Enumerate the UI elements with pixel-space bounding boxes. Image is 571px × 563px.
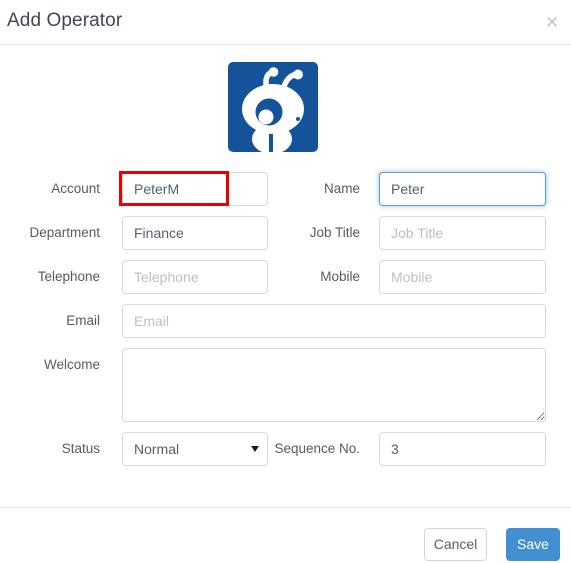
label-sequence-no: Sequence No. xyxy=(274,441,360,456)
telephone-input[interactable] xyxy=(122,260,268,294)
label-telephone: Telephone xyxy=(37,269,100,284)
add-operator-dialog: Add Operator ✕ Account PeterM Name Peter… xyxy=(0,0,571,563)
status-select[interactable]: Normal xyxy=(122,432,268,466)
name-input[interactable] xyxy=(379,172,546,206)
account-input[interactable] xyxy=(122,172,268,206)
email-input[interactable] xyxy=(122,304,546,338)
cancel-button[interactable]: Cancel xyxy=(424,528,487,561)
sequence-no-input[interactable] xyxy=(379,432,546,466)
operator-form: Account Name Department Job Title Teleph… xyxy=(0,46,571,507)
label-status: Status xyxy=(61,441,100,456)
page-title: Add Operator xyxy=(7,10,123,31)
dialog-footer: Cancel Save xyxy=(0,507,571,563)
mobile-input[interactable] xyxy=(379,260,546,294)
job-title-input[interactable] xyxy=(379,216,546,250)
label-job-title: Job Title xyxy=(309,225,360,240)
department-input[interactable] xyxy=(122,216,268,250)
label-mobile: Mobile xyxy=(320,269,360,284)
dialog-body: Account Name Department Job Title Teleph… xyxy=(0,46,571,507)
label-name: Name xyxy=(323,181,360,196)
label-department: Department xyxy=(29,225,100,240)
label-welcome: Welcome xyxy=(43,357,100,372)
label-email: Email xyxy=(66,313,100,328)
save-button[interactable]: Save xyxy=(506,528,560,561)
status-select-wrapper[interactable]: Normal xyxy=(122,432,268,466)
welcome-textarea[interactable] xyxy=(122,348,546,422)
label-account: Account xyxy=(51,181,100,196)
dialog-header: Add Operator ✕ xyxy=(0,0,571,45)
close-icon[interactable]: ✕ xyxy=(541,12,563,34)
